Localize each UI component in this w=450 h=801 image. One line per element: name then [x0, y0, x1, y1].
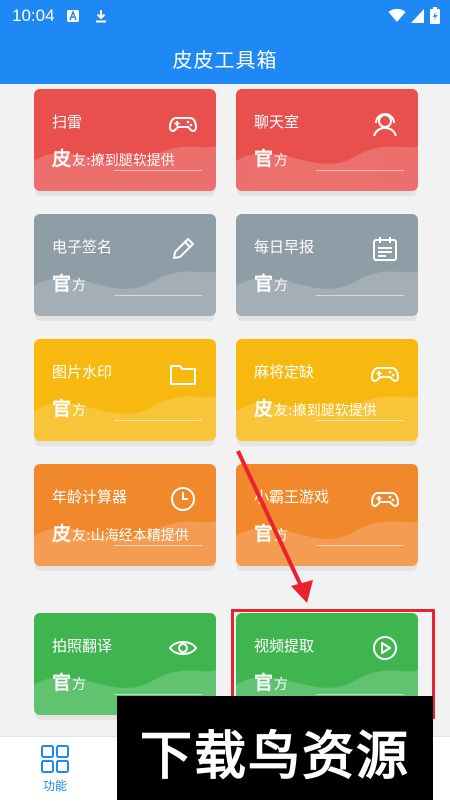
app-notification-icon	[67, 10, 79, 22]
tool-card-title: 小霸王游戏	[254, 488, 330, 506]
status-time: 10:04	[12, 6, 55, 25]
tool-card-title: 每日早报	[254, 238, 315, 256]
card-divider	[316, 170, 404, 171]
eye-icon	[168, 641, 198, 655]
card-divider	[114, 170, 202, 171]
calendar-icon	[373, 237, 397, 261]
card-divider	[114, 295, 202, 296]
card-divider	[316, 295, 404, 296]
watermark: 下载鸟资源	[117, 696, 433, 800]
signal-icon	[411, 9, 424, 23]
nav-item-label: 功能	[42, 779, 67, 793]
app-header: 皮皮工具箱	[0, 32, 450, 84]
card-divider	[114, 420, 202, 421]
tool-card-mahjong[interactable]: 麻将定缺 皮友:撩到腿软提供	[236, 339, 418, 441]
watermark-text: 下载鸟资源	[139, 727, 410, 787]
tool-card-daily-news[interactable]: 每日早报 官方	[236, 214, 418, 316]
gamepad-icon	[370, 492, 400, 507]
wifi-icon	[388, 9, 406, 22]
tool-card-chatroom[interactable]: 聊天室 官方	[236, 89, 418, 191]
tool-card-image-watermark[interactable]: 图片水印 官方	[34, 339, 216, 441]
grid-icon	[41, 745, 69, 773]
tool-card-title: 扫雷	[52, 113, 83, 131]
tool-card-title: 图片水印	[52, 363, 113, 381]
download-icon	[96, 10, 106, 23]
tool-card-e-signature[interactable]: 电子签名 官方	[34, 214, 216, 316]
tool-card-title: 年龄计算器	[52, 488, 128, 506]
battery-icon	[430, 7, 440, 24]
tool-card-nes-games[interactable]: 小霸王游戏 官方	[236, 464, 418, 566]
folder-icon	[170, 365, 196, 385]
tool-card-title: 麻将定缺	[254, 363, 315, 381]
card-divider	[114, 545, 202, 546]
tool-card-title: 拍照翻译	[52, 637, 113, 655]
gamepad-icon	[168, 117, 198, 132]
nav-item-functions[interactable]: 功能	[0, 737, 110, 801]
headset-icon	[373, 113, 397, 137]
card-divider	[316, 545, 404, 546]
card-divider	[114, 694, 202, 695]
tool-card-age-calculator[interactable]: 年龄计算器 皮友:山海经本精提供	[34, 464, 216, 566]
status-bar: 10:04	[0, 0, 450, 32]
clock-icon	[171, 487, 195, 511]
page-title: 皮皮工具箱	[172, 48, 278, 72]
card-divider	[316, 420, 404, 421]
tool-card-title: 聊天室	[254, 113, 300, 131]
gamepad-icon	[370, 367, 400, 382]
tool-card-minesweeper[interactable]: 扫雷 皮友:撩到腿软提供	[34, 89, 216, 191]
pencil-icon	[173, 238, 194, 259]
tool-card-title: 电子签名	[52, 238, 113, 256]
